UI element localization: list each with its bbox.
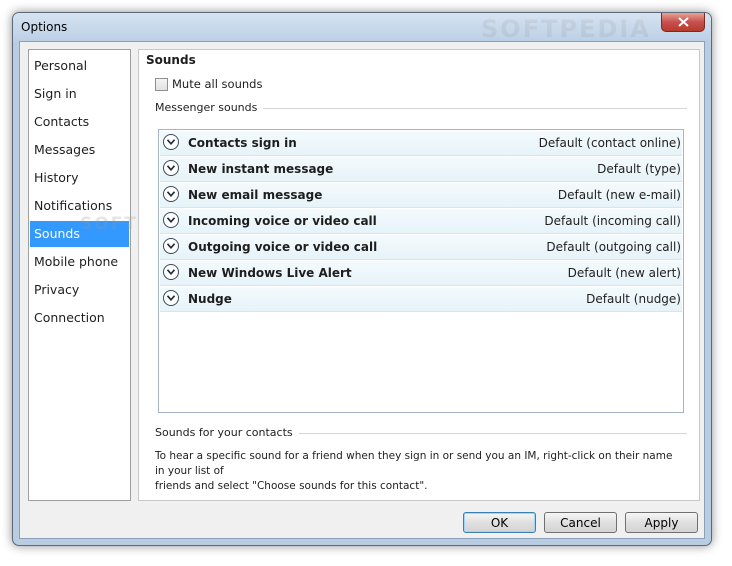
sound-name: New instant message: [188, 162, 334, 176]
sidebar-item-label: Privacy: [34, 282, 80, 297]
sound-row[interactable]: New Windows Live Alert Default (new aler…: [160, 261, 682, 286]
messenger-sounds-list: Contacts sign in Default (contact online…: [158, 129, 684, 413]
options-window: Options SOFTPEDIA Personal Sign in Conta…: [12, 12, 712, 546]
contacts-sounds-label: Sounds for your contacts: [155, 426, 299, 439]
sidebar-item-label: Messages: [34, 142, 96, 157]
sound-row[interactable]: Contacts sign in Default (contact online…: [160, 131, 682, 156]
window-title: Options: [21, 20, 68, 34]
sound-name: Nudge: [188, 292, 232, 306]
sidebar-item-label: Connection: [34, 310, 105, 325]
sound-value: Default (type): [597, 162, 681, 176]
sidebar-item-mobile-phone[interactable]: Mobile phone: [30, 249, 129, 275]
chevron-down-icon[interactable]: [163, 238, 179, 254]
help-text-line: friends and select "Choose sounds for th…: [155, 480, 428, 492]
sound-name: New Windows Live Alert: [188, 266, 352, 280]
sound-name: New email message: [188, 188, 323, 202]
sidebar: Personal Sign in Contacts Messages Histo…: [28, 49, 131, 501]
close-button[interactable]: [661, 13, 705, 32]
sidebar-item-messages[interactable]: Messages: [30, 137, 129, 163]
mute-all-sounds-label: Mute all sounds: [172, 77, 263, 91]
chevron-down-icon[interactable]: [163, 160, 179, 176]
close-icon: [677, 17, 689, 27]
sidebar-item-label: Contacts: [34, 114, 90, 129]
sound-row[interactable]: Nudge Default (nudge): [160, 287, 682, 312]
sidebar-item-history[interactable]: History: [30, 165, 129, 191]
sidebar-item-label: Sounds: [34, 226, 80, 241]
sidebar-item-label: Sign in: [34, 86, 77, 101]
cancel-button[interactable]: Cancel: [544, 512, 617, 533]
sound-value: Default (incoming call): [544, 214, 681, 228]
sidebar-item-connection[interactable]: Connection: [30, 305, 129, 331]
sidebar-item-privacy[interactable]: Privacy: [30, 277, 129, 303]
sound-row[interactable]: New email message Default (new e-mail): [160, 183, 682, 208]
sidebar-item-personal[interactable]: Personal: [30, 53, 129, 79]
sidebar-item-label: Notifications: [34, 198, 113, 213]
chevron-down-icon[interactable]: [163, 212, 179, 228]
section-title: Sounds: [146, 53, 196, 67]
sound-name: Outgoing voice or video call: [188, 240, 378, 254]
sound-row[interactable]: Incoming voice or video call Default (in…: [160, 209, 682, 234]
chevron-down-icon[interactable]: [163, 290, 179, 306]
chevron-down-icon[interactable]: [163, 186, 179, 202]
chevron-down-icon[interactable]: [163, 134, 179, 150]
messenger-sounds-label: Messenger sounds: [155, 101, 264, 114]
client-area: Personal Sign in Contacts Messages Histo…: [19, 41, 705, 539]
checkbox-box[interactable]: [155, 77, 168, 91]
mute-all-sounds-checkbox[interactable]: Mute all sounds: [155, 76, 262, 92]
sidebar-item-label: History: [34, 170, 79, 185]
sound-row[interactable]: Outgoing voice or video call Default (ou…: [160, 235, 682, 260]
sound-value: Default (new e-mail): [557, 188, 681, 202]
sounds-pane: Sounds Mute all sounds Messenger sounds …: [138, 49, 700, 501]
sound-name: Incoming voice or video call: [188, 214, 377, 228]
sound-value: Default (nudge): [586, 292, 681, 306]
sidebar-item-contacts[interactable]: Contacts: [30, 109, 129, 135]
sidebar-item-label: Mobile phone: [34, 254, 119, 269]
sound-name: Contacts sign in: [188, 136, 297, 150]
watermark: SOFTPEDIA: [481, 15, 651, 43]
chevron-down-icon[interactable]: [163, 264, 179, 280]
apply-button[interactable]: Apply: [625, 512, 698, 533]
sidebar-item-label: Personal: [34, 58, 88, 73]
sidebar-item-sign-in[interactable]: Sign in: [30, 81, 129, 107]
help-text-line: To hear a specific sound for a friend wh…: [155, 450, 673, 477]
sound-value: Default (new alert): [567, 266, 681, 280]
contacts-sounds-help: To hear a specific sound for a friend wh…: [155, 449, 685, 494]
sound-value: Default (outgoing call): [546, 240, 681, 254]
ok-button[interactable]: OK: [463, 512, 536, 533]
sound-value: Default (contact online): [538, 136, 681, 150]
sound-row[interactable]: New instant message Default (type): [160, 157, 682, 182]
